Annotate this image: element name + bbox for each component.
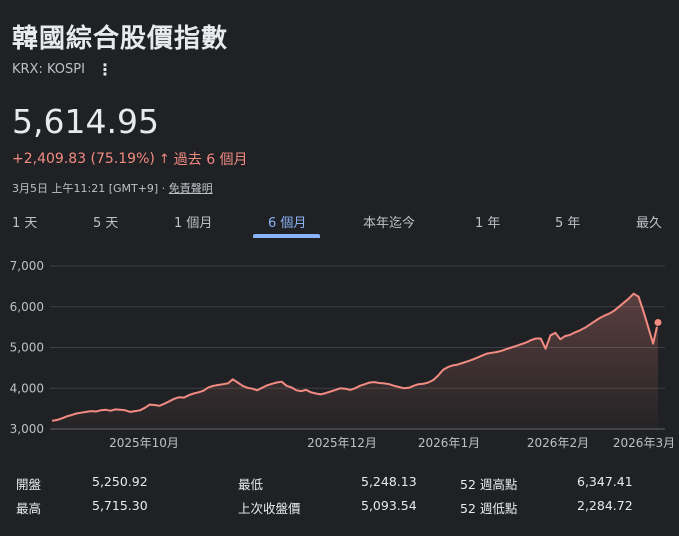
arrow-up-icon: ↑ [158, 151, 170, 167]
low-value: 5,248.13 [361, 474, 417, 489]
disclaimer-link[interactable]: 免責聲明 [169, 182, 213, 195]
tab-1-year[interactable]: 1 年 [475, 212, 500, 231]
current-price: 5,614.95 [12, 102, 159, 141]
quote-timestamp-row: 3月5日 上午11:21 [GMT+9] · 免責聲明 [12, 180, 213, 196]
wk52-high-value: 6,347.41 [577, 474, 633, 489]
wk52-low-label: 52 週低點 [460, 501, 518, 516]
tab-1-month[interactable]: 1 個月 [174, 212, 212, 231]
y-tick-label: 4,000 [10, 381, 44, 395]
x-tick-label: 2025年10月 [109, 436, 179, 450]
price-chart[interactable]: 7,000 6,000 5,000 4,000 3,000 2025年10月 2025年1… [0, 250, 679, 458]
low-label: 最低 [238, 477, 264, 492]
tab-ytd[interactable]: 本年迄今 [363, 212, 415, 231]
tab-5-day[interactable]: 5 天 [93, 212, 118, 231]
y-tick-label: 3,000 [10, 422, 44, 436]
tab-1-day[interactable]: 1 天 [12, 212, 37, 231]
more-vert-icon[interactable]: ⋮ [97, 61, 113, 77]
x-tick-label: 2025年12月 [307, 436, 377, 450]
price-change: +2,409.83 (75.19%) [12, 151, 155, 167]
high-value: 5,715.30 [92, 498, 148, 513]
range-tabs: 1 天 5 天 1 個月 6 個月 本年迄今 1 年 5 年 最久 [0, 212, 679, 238]
latest-point [653, 317, 663, 327]
ticker-row: KRX: KOSPI ⋮ [12, 61, 113, 77]
wk52-low-value: 2,284.72 [577, 498, 633, 513]
tab-5-year[interactable]: 5 年 [555, 212, 580, 231]
high-label: 最高 [16, 501, 42, 516]
prev-close-label: 上次收盤價 [238, 501, 301, 516]
open-value: 5,250.92 [92, 474, 148, 489]
stock-quote-card: 韓國綜合股價指數 KRX: KOSPI ⋮ 5,614.95 +2,409.83… [0, 0, 679, 536]
separator: · [158, 182, 169, 195]
open-label: 開盤 [16, 477, 42, 492]
x-tick-label: 2026年1月 [418, 436, 480, 450]
tab-6-month[interactable]: 6 個月 [268, 212, 306, 231]
y-tick-label: 5,000 [10, 341, 44, 355]
price-change-row: +2,409.83 (75.19%) ↑ 過去 6 個月 [12, 149, 248, 169]
x-tick-label: 2026年3月 [613, 436, 675, 450]
x-tick-label: 2026年2月 [527, 436, 589, 450]
y-tick-label: 7,000 [10, 259, 44, 273]
wk52-high-label: 52 週高點 [460, 477, 518, 492]
change-period: 過去 6 個月 [173, 152, 248, 168]
ticker-symbol: KRX: KOSPI [12, 62, 85, 77]
index-title: 韓國綜合股價指數 [12, 24, 229, 54]
tab-max[interactable]: 最久 [636, 212, 662, 231]
active-tab-indicator [253, 234, 320, 238]
prev-close-value: 5,093.54 [361, 498, 417, 513]
y-tick-label: 6,000 [10, 300, 44, 314]
quote-timestamp: 3月5日 上午11:21 [GMT+9] [12, 182, 159, 195]
